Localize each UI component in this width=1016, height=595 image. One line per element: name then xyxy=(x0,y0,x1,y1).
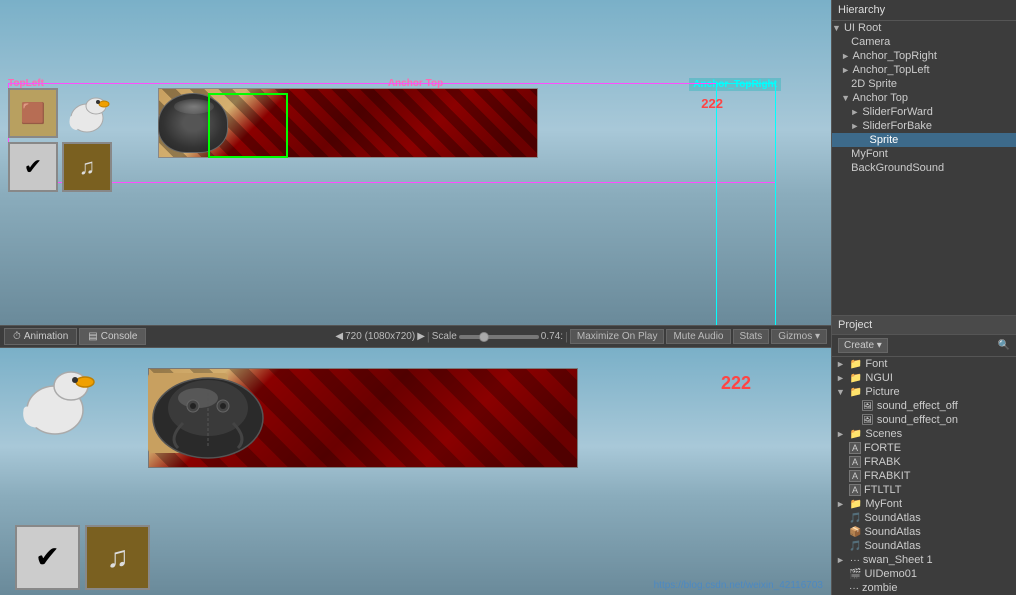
sprite-duck xyxy=(62,88,112,138)
tree-item-2d-sprite[interactable]: 2D Sprite xyxy=(832,77,1016,91)
texture-icon: 🟫 xyxy=(21,101,46,126)
console-icon: ▤ xyxy=(88,331,97,342)
scale-group: Scale 0.74: xyxy=(432,331,563,342)
proj-item-uidemo01[interactable]: 🎬 UIDemo01 xyxy=(832,567,1016,581)
sprite-texture-box: 🟫 xyxy=(8,88,58,138)
console-tab-label: Console xyxy=(101,331,138,342)
project-header: Project xyxy=(832,316,1016,335)
tree-item-anchor-topright[interactable]: ► Anchor_TopRight xyxy=(832,49,1016,63)
left-panel: TopLeft Anchor Top Anchor_TopRight 🟫 xyxy=(0,0,831,595)
tree-item-anchor-top[interactable]: ▼ Anchor Top xyxy=(832,91,1016,105)
proj-item-picture[interactable]: ▼📁 Picture xyxy=(832,385,1016,399)
game-view: ✔ ♫ 222 https://blog.csdn.net/weixin_421… xyxy=(0,348,831,595)
separator1: | xyxy=(427,331,430,343)
hierarchy-tree: ▼ UI Root Camera ► Anchor_TopRight ► Anc… xyxy=(832,21,1016,315)
proj-item-soundatlas2[interactable]: 📦 SoundAtlas xyxy=(832,525,1016,539)
project-toolbar: Create ▾ 🔍 xyxy=(832,335,1016,357)
scale-value: 0.74: xyxy=(541,331,563,342)
project-title: Project xyxy=(838,319,872,331)
watermark: https://blog.csdn.net/weixin_42116703 xyxy=(654,580,823,591)
proj-item-sound-on[interactable]: 🖼 sound_effect_on xyxy=(832,413,1016,427)
proj-item-zombie[interactable]: ··· zombie xyxy=(832,581,1016,595)
proj-item-frabkit[interactable]: A FRABKIT xyxy=(832,469,1016,483)
maximize-btn[interactable]: Maximize On Play xyxy=(570,329,665,344)
bottom-panel: ⏱ Animation ▤ Console ◀ 720 (1080x720) ▶… xyxy=(0,325,831,595)
tree-item-sliderforward[interactable]: ► SliderForWard xyxy=(832,105,1016,119)
proj-item-frabk[interactable]: A FRABK xyxy=(832,455,1016,469)
animation-tab[interactable]: ⏱ Animation xyxy=(4,328,77,345)
scale-thumb xyxy=(479,332,489,342)
animation-icon: ⏱ xyxy=(13,331,21,342)
mute-btn[interactable]: Mute Audio xyxy=(666,329,730,344)
game-check-sprite: ✔ xyxy=(15,525,80,590)
proj-item-ngui[interactable]: ►📁 NGUI xyxy=(832,371,1016,385)
cyan-border-rect xyxy=(716,83,776,325)
proj-item-myfont[interactable]: ►📁 MyFont xyxy=(832,497,1016,511)
proj-item-swan-sheet[interactable]: ►··· swan_Sheet 1 xyxy=(832,553,1016,567)
proj-item-ftltlt[interactable]: A FTLTLT xyxy=(832,483,1016,497)
hierarchy-header: Hierarchy xyxy=(832,0,1016,21)
tree-item-sprite[interactable]: Sprite xyxy=(832,133,1016,147)
animation-tab-label: Animation xyxy=(24,331,68,342)
tree-item-camera[interactable]: Camera xyxy=(832,35,1016,49)
tree-item-sliderbake[interactable]: ► SliderForBake xyxy=(832,119,1016,133)
green-selection-box xyxy=(208,93,288,158)
gizmos-btn[interactable]: Gizmos ▾ xyxy=(771,329,827,344)
tree-item-myfont[interactable]: MyFont xyxy=(832,147,1016,161)
hierarchy-title: Hierarchy xyxy=(838,4,885,16)
stats-btn[interactable]: Stats xyxy=(733,329,770,344)
sprite-music: ♫ xyxy=(62,142,112,192)
tree-item-backgroundsound[interactable]: BackGroundSound xyxy=(832,161,1016,175)
game-music-sprite: ♫ xyxy=(85,525,150,590)
game-number-222: 222 xyxy=(721,373,751,394)
main-container: TopLeft Anchor Top Anchor_TopRight 🟫 xyxy=(0,0,1016,595)
project-panel: Project Create ▾ 🔍 ►📁 Font►📁 NGUI▼📁 Pict… xyxy=(832,315,1016,595)
tree-item-anchor-topleft[interactable]: ► Anchor_TopLeft xyxy=(832,63,1016,77)
proj-item-forte[interactable]: A FORTE xyxy=(832,441,1016,455)
game-beetle-svg xyxy=(148,368,268,463)
arrow-right-icon: ▶ xyxy=(417,331,425,342)
create-button[interactable]: Create ▾ xyxy=(838,338,888,353)
project-list: ►📁 Font►📁 NGUI▼📁 Picture 🖼 sound_effect_… xyxy=(832,357,1016,595)
search-icon[interactable]: 🔍 xyxy=(998,340,1010,351)
proj-item-soundatlas1[interactable]: 🎵 SoundAtlas xyxy=(832,511,1016,525)
game-beetle-sprite xyxy=(148,368,268,474)
sprite-topleft-group: 🟫 xyxy=(8,88,112,138)
scale-slider[interactable] xyxy=(459,335,539,339)
console-tab[interactable]: ▤ Console xyxy=(79,328,146,345)
arrow-left-icon: ◀ xyxy=(335,331,343,342)
separator2: | xyxy=(565,331,568,343)
resolution-select[interactable]: ◀ 720 (1080x720) ▶ xyxy=(335,331,424,342)
scene-area: TopLeft Anchor Top Anchor_TopRight 🟫 xyxy=(0,0,831,325)
sprite-check: ✔ xyxy=(8,142,58,192)
duck-svg xyxy=(64,90,110,136)
game-duck-sprite xyxy=(15,358,95,451)
right-panel: Hierarchy ▼ UI Root Camera ► Anchor_TopR… xyxy=(831,0,1016,595)
tree-item-ui-root[interactable]: ▼ UI Root xyxy=(832,21,1016,35)
proj-item-sound-off[interactable]: 🖼 sound_effect_off xyxy=(832,399,1016,413)
game-duck-svg xyxy=(15,358,95,438)
resolution-label: 720 (1080x720) xyxy=(345,331,415,342)
proj-item-soundatlas3[interactable]: 🎵 SoundAtlas xyxy=(832,539,1016,553)
scale-label: Scale xyxy=(432,331,457,342)
proj-item-font[interactable]: ►📁 Font xyxy=(832,357,1016,371)
bottom-toolbar: ⏱ Animation ▤ Console ◀ 720 (1080x720) ▶… xyxy=(0,326,831,348)
scene-number-222: 222 xyxy=(701,96,723,111)
proj-item-scenes[interactable]: ►📁 Scenes xyxy=(832,427,1016,441)
